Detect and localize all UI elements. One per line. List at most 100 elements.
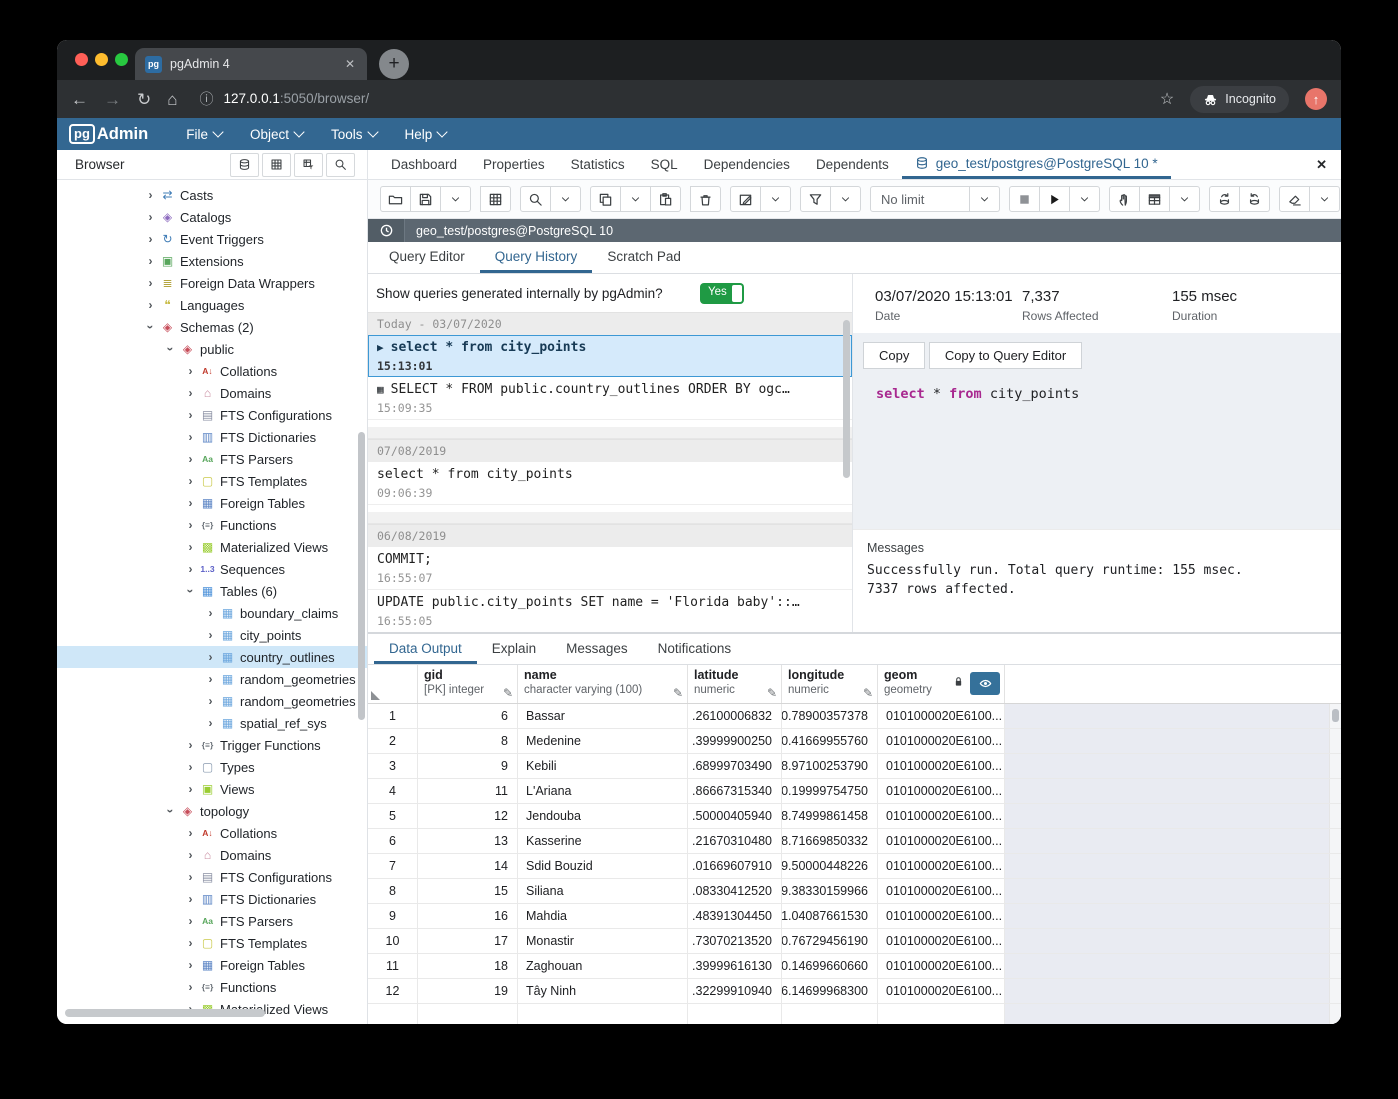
row-number-cell[interactable]: 7 bbox=[368, 854, 418, 878]
tree-item-fts-parsers[interactable]: ›AaFTS Parsers bbox=[57, 448, 367, 470]
gid-cell[interactable]: 17 bbox=[418, 929, 518, 953]
row-number-cell[interactable]: 1 bbox=[368, 704, 418, 728]
chevron-down-icon[interactable]: › bbox=[164, 342, 178, 357]
objects-button[interactable] bbox=[230, 153, 259, 177]
geom-cell[interactable]: 0101000020E6100... bbox=[878, 854, 1005, 878]
chevron-right-icon[interactable]: › bbox=[203, 650, 218, 664]
tree-item-fts-parsers[interactable]: ›AaFTS Parsers bbox=[57, 910, 367, 932]
tree-item-views[interactable]: ›▣Views bbox=[57, 778, 367, 800]
new-tab-button[interactable]: + bbox=[379, 49, 409, 79]
latitude-cell[interactable]: .21670310480 bbox=[688, 829, 782, 853]
tree-item-schemas-2-[interactable]: ›◈Schemas (2) bbox=[57, 316, 367, 338]
edit-button-caret[interactable] bbox=[761, 186, 791, 212]
tree-item-trigger-functions[interactable]: ›{≡}Trigger Functions bbox=[57, 734, 367, 756]
chevron-right-icon[interactable]: › bbox=[203, 672, 218, 686]
chevron-right-icon[interactable]: › bbox=[183, 826, 198, 840]
latitude-cell[interactable]: .50000405940 bbox=[688, 804, 782, 828]
chevron-right-icon[interactable]: › bbox=[183, 848, 198, 862]
tree-item-boundary-claims[interactable]: ›▦boundary_claims bbox=[57, 602, 367, 624]
tree-item-country-outlines[interactable]: ›▦country_outlines bbox=[57, 646, 367, 668]
latitude-cell[interactable]: .32299910940 bbox=[688, 979, 782, 1003]
chevron-right-icon[interactable]: › bbox=[203, 694, 218, 708]
copy-button-caret[interactable] bbox=[621, 186, 651, 212]
close-panel-icon[interactable]: ✕ bbox=[1316, 157, 1327, 173]
tree-item-event-triggers[interactable]: ›↻Event Triggers bbox=[57, 228, 367, 250]
copy-to-query-editor-button[interactable]: Copy to Query Editor bbox=[929, 342, 1082, 369]
view-data-button-caret[interactable] bbox=[1170, 186, 1200, 212]
tree-item-public[interactable]: ›◈public bbox=[57, 338, 367, 360]
row-number-cell[interactable]: 11 bbox=[368, 954, 418, 978]
history-scrollbar[interactable] bbox=[843, 320, 850, 478]
tab-query-tool-active[interactable]: geo_test/postgres@PostgreSQL 10 * bbox=[902, 150, 1171, 179]
tree-item-languages[interactable]: ›❝Languages bbox=[57, 294, 367, 316]
clear-button-caret[interactable] bbox=[1310, 186, 1340, 212]
tree-item-random-geometries[interactable]: ›▦random_geometries bbox=[57, 690, 367, 712]
longitude-cell[interactable]: 9.38330159966 bbox=[782, 879, 878, 903]
chevron-right-icon[interactable]: › bbox=[143, 298, 158, 312]
avatar[interactable]: ↑ bbox=[1305, 88, 1327, 110]
latitude-cell[interactable]: .26100006832 bbox=[688, 704, 782, 728]
edit-pencil-icon[interactable]: ✎ bbox=[767, 686, 777, 700]
column-header-longitude[interactable]: longitudenumeric✎ bbox=[782, 665, 878, 703]
chevron-right-icon[interactable]: › bbox=[143, 254, 158, 268]
longitude-cell[interactable]: 8.97100253790 bbox=[782, 754, 878, 778]
traffic-zoom-icon[interactable] bbox=[115, 53, 128, 66]
latitude-cell[interactable]: .39999616130 bbox=[688, 954, 782, 978]
menu-tools[interactable]: Tools bbox=[331, 127, 377, 142]
search-button[interactable] bbox=[326, 153, 355, 177]
rollback-button[interactable] bbox=[1240, 186, 1270, 212]
chevron-right-icon[interactable]: › bbox=[203, 716, 218, 730]
column-header-gid[interactable]: gid[PK] integer✎ bbox=[418, 665, 518, 703]
save-button[interactable] bbox=[411, 186, 441, 212]
chevron-right-icon[interactable]: › bbox=[183, 364, 198, 378]
tree-item-catalogs[interactable]: ›◈Catalogs bbox=[57, 206, 367, 228]
chevron-right-icon[interactable]: › bbox=[183, 562, 198, 576]
chevron-right-icon[interactable]: › bbox=[183, 452, 198, 466]
tab-dependents[interactable]: Dependents bbox=[803, 150, 902, 179]
tab-dependencies[interactable]: Dependencies bbox=[691, 150, 803, 179]
name-cell[interactable]: Bassar bbox=[518, 704, 688, 728]
chevron-down-icon[interactable]: › bbox=[184, 584, 198, 599]
gid-cell[interactable]: 6 bbox=[418, 704, 518, 728]
table-row[interactable]: 512Jendouba.500004059408.749998614580101… bbox=[368, 804, 1341, 829]
gid-cell[interactable]: 19 bbox=[418, 979, 518, 1003]
longitude-cell[interactable] bbox=[782, 1004, 878, 1024]
filter-button[interactable] bbox=[800, 186, 831, 212]
chevron-right-icon[interactable]: › bbox=[183, 540, 198, 554]
traffic-minimize-icon[interactable] bbox=[95, 53, 108, 66]
tree-item-extensions[interactable]: ›▣Extensions bbox=[57, 250, 367, 272]
menu-help[interactable]: Help bbox=[405, 127, 447, 142]
tree-item-foreign-tables[interactable]: ›▦Foreign Tables bbox=[57, 492, 367, 514]
traffic-close-icon[interactable] bbox=[75, 53, 88, 66]
select-all-corner-icon[interactable] bbox=[371, 691, 380, 700]
reload-icon[interactable]: ↻ bbox=[137, 91, 151, 108]
geom-cell[interactable]: 0101000020E6100... bbox=[878, 879, 1005, 903]
view-geometry-button[interactable] bbox=[970, 672, 1000, 695]
name-cell[interactable]: Siliana bbox=[518, 879, 688, 903]
clear-button[interactable] bbox=[1279, 186, 1310, 212]
longitude-cell[interactable]: 11.04087661530 bbox=[782, 904, 878, 928]
column-header-name[interactable]: namecharacter varying (100)✎ bbox=[518, 665, 688, 703]
latitude-cell[interactable]: .39999900250 bbox=[688, 729, 782, 753]
gid-cell[interactable]: 9 bbox=[418, 754, 518, 778]
history-entry[interactable]: UPDATE public.city_points SET name = 'Fl… bbox=[368, 590, 852, 632]
tree-item-functions[interactable]: ›{≡}Functions bbox=[57, 976, 367, 998]
edit-pencil-icon[interactable]: ✎ bbox=[503, 686, 513, 700]
filter-button[interactable] bbox=[294, 153, 323, 177]
filter-button-caret[interactable] bbox=[831, 186, 861, 212]
browser-tab[interactable]: pg pgAdmin 4 ✕ bbox=[135, 48, 367, 80]
longitude-cell[interactable]: 10.19999754750 bbox=[782, 779, 878, 803]
chevron-right-icon[interactable]: › bbox=[183, 914, 198, 928]
table-row[interactable]: 16Bassar.261000068320.789003573780101000… bbox=[368, 704, 1341, 729]
chevron-down-icon[interactable]: › bbox=[144, 320, 158, 335]
limit-select-caret[interactable] bbox=[970, 186, 1000, 212]
tab-scratch-pad[interactable]: Scratch Pad bbox=[592, 242, 696, 273]
tree-item-fts-dictionaries[interactable]: ›▥FTS Dictionaries bbox=[57, 888, 367, 910]
geom-cell[interactable]: 0101000020E6100... bbox=[878, 729, 1005, 753]
table-row[interactable]: 714Sdid Bouzid.016696079109.500004482260… bbox=[368, 854, 1341, 879]
name-cell[interactable] bbox=[518, 1004, 688, 1024]
table-row[interactable]: 1017Monastir.7307021352010.7672945619001… bbox=[368, 929, 1341, 954]
edit-button[interactable] bbox=[730, 186, 761, 212]
chevron-right-icon[interactable]: › bbox=[183, 474, 198, 488]
tree-item-topology[interactable]: ›◈topology bbox=[57, 800, 367, 822]
